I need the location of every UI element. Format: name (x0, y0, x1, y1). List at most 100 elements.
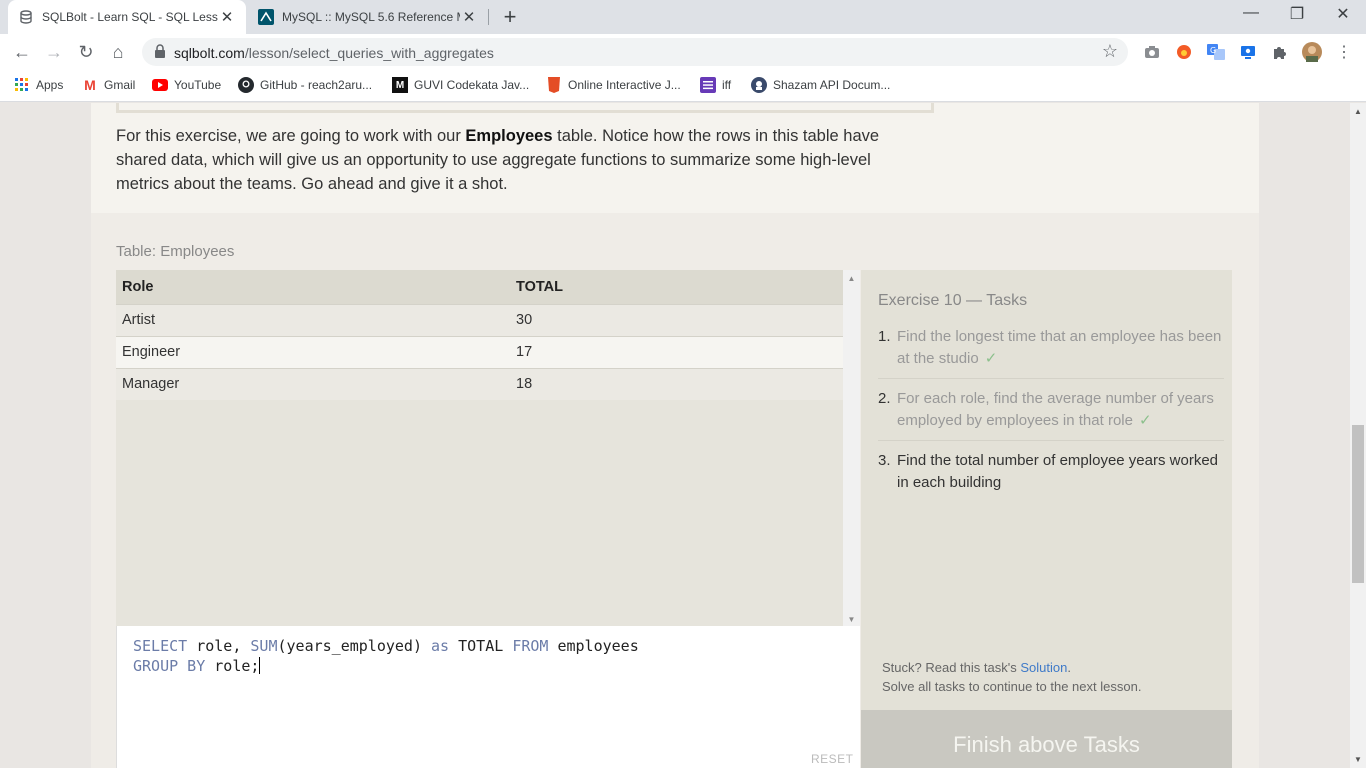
continue-text: Solve all tasks to continue to the next … (882, 679, 1142, 694)
sql-code[interactable]: SELECT role, SUM(years_employed) as TOTA… (133, 636, 639, 676)
close-icon[interactable]: ✕ (218, 8, 236, 26)
code-keyword: SUM (250, 637, 278, 655)
finish-tasks-button[interactable]: Finish above Tasks (861, 710, 1232, 768)
bookmark-iff[interactable]: iff (700, 77, 731, 93)
browser-toolbar: ← → ↻ ⌂ sqlbolt.com/lesson/select_querie… (0, 34, 1366, 70)
fire-extension-icon[interactable] (1174, 42, 1194, 62)
code-text: employees (548, 637, 639, 655)
minimize-button[interactable]: — (1228, 4, 1274, 22)
text-caret (259, 657, 261, 674)
bookmark-label: YouTube (174, 78, 222, 92)
table-header-row: Role TOTAL (116, 270, 843, 304)
new-tab-button[interactable]: + (498, 4, 522, 30)
translate-icon[interactable]: G (1206, 42, 1226, 62)
code-text: TOTAL (449, 637, 513, 655)
profile-avatar[interactable] (1302, 42, 1322, 62)
stuck-help: Stuck? Read this task's Solution. Solve … (882, 658, 1141, 696)
tasks-title: Exercise 10 — Tasks (878, 292, 1028, 309)
bookmark-star-icon[interactable]: ☆ (1102, 41, 1118, 62)
table-label: Table: Employees (116, 243, 235, 260)
tab-strip: SQLBolt - Learn SQL - SQL Lesso ✕ MySQL … (0, 0, 1366, 34)
svg-text:G: G (1210, 46, 1216, 55)
result-table-panel: Role TOTAL Artist 30 Engineer 17 Manager… (116, 270, 860, 626)
url-text: sqlbolt.com/lesson/select_queries_with_a… (174, 45, 494, 61)
scrollbar-thumb[interactable] (1352, 425, 1364, 583)
scroll-down-arrow-icon[interactable]: ▼ (1350, 755, 1366, 764)
bookmark-apps[interactable]: Apps (14, 77, 63, 93)
bookmark-label: GUVI Codekata Jav... (414, 78, 530, 92)
scroll-up-arrow-icon[interactable]: ▲ (843, 274, 860, 283)
menu-kebab-icon[interactable]: ⋮ (1334, 42, 1354, 62)
solution-link[interactable]: Solution (1020, 660, 1067, 675)
code-text: (years_employed) (277, 637, 432, 655)
bookmark-label: Apps (36, 78, 64, 92)
task-number: 1. (878, 328, 891, 345)
stuck-text: Stuck? Read this task's (882, 660, 1021, 675)
bookmark-github[interactable]: GitHub - reach2aru... (238, 77, 372, 93)
extensions-puzzle-icon[interactable] (1270, 42, 1290, 62)
cell-total: 17 (510, 335, 843, 368)
lesson-intro: For this exercise, we are going to work … (116, 124, 926, 196)
result-scrollbar[interactable]: ▲ ▼ (843, 270, 860, 626)
list-icon (700, 77, 716, 93)
scroll-up-arrow-icon[interactable]: ▲ (1350, 107, 1366, 116)
column-header-role: Role (116, 270, 510, 304)
screen-share-icon[interactable] (1238, 42, 1258, 62)
result-table: Role TOTAL Artist 30 Engineer 17 Manager… (116, 270, 843, 400)
bookmark-label: GitHub - reach2aru... (260, 78, 373, 92)
code-keyword: SELECT (133, 637, 188, 655)
bookmark-shazam[interactable]: Shazam API Docum... (751, 77, 890, 93)
reload-icon[interactable]: ↻ (74, 40, 98, 64)
back-arrow-icon[interactable]: ← (10, 40, 34, 64)
mysql-icon (258, 9, 274, 25)
previous-section-box (116, 103, 934, 113)
bookmark-guvi[interactable]: M GUVI Codekata Jav... (392, 77, 529, 93)
stuck-punct: . (1067, 660, 1071, 675)
address-bar[interactable]: sqlbolt.com/lesson/select_queries_with_a… (142, 38, 1128, 66)
url-host: sqlbolt.com (174, 45, 245, 61)
task-number: 2. (878, 390, 891, 407)
table-row: Artist 30 (116, 303, 843, 336)
task-text: For each role, find the average number o… (897, 388, 1224, 432)
forward-arrow-icon[interactable]: → (42, 40, 66, 64)
check-icon: ✓ (984, 350, 998, 367)
table-row: Manager 18 (116, 367, 843, 400)
maximize-button[interactable]: ❐ (1274, 4, 1320, 24)
cell-role: Engineer (116, 335, 510, 368)
table-row: Engineer 17 (116, 335, 843, 368)
code-keyword: FROM (512, 637, 549, 655)
bookmark-label: Online Interactive J... (568, 78, 681, 92)
check-icon: ✓ (1138, 412, 1152, 429)
tasks-panel: Exercise 10 — Tasks 1. Find the longest … (861, 270, 1232, 710)
bookmark-youtube[interactable]: YouTube (152, 77, 221, 93)
sql-editor[interactable]: SELECT role, SUM(years_employed) as TOTA… (116, 626, 860, 768)
task-text: Find the longest time that an employee h… (897, 326, 1224, 370)
task-label: For each role, find the average number o… (897, 390, 1214, 429)
bookmark-gmail[interactable]: M Gmail (82, 77, 135, 93)
scroll-down-arrow-icon[interactable]: ▼ (843, 615, 860, 624)
page-content: For this exercise, we are going to work … (0, 103, 1350, 768)
cell-total: 18 (510, 367, 843, 400)
lock-icon (154, 44, 166, 58)
reset-button[interactable]: RESET (811, 752, 854, 766)
url-path: /lesson/select_queries_with_aggregates (244, 45, 494, 61)
tab-sqlbolt[interactable]: SQLBolt - Learn SQL - SQL Lesso ✕ (8, 0, 246, 34)
close-icon[interactable]: ✕ (460, 8, 478, 26)
cell-total: 30 (510, 303, 843, 336)
bookmark-label: Shazam API Docum... (773, 78, 891, 92)
bookmark-online-interactive[interactable]: Online Interactive J... (546, 77, 681, 93)
gmail-icon: M (84, 77, 96, 93)
home-icon[interactable]: ⌂ (106, 40, 130, 64)
bookmark-label: iff (722, 78, 732, 92)
bookmarks-bar: Apps M Gmail YouTube GitHub - reach2aru.… (0, 70, 1366, 102)
html5-icon (546, 77, 562, 93)
close-window-button[interactable]: ✕ (1320, 4, 1366, 24)
code-text: role; (205, 657, 260, 675)
page-scrollbar[interactable]: ▲ ▼ (1350, 103, 1366, 768)
tab-mysql[interactable]: MySQL :: MySQL 5.6 Reference M ✕ (248, 0, 488, 34)
youtube-icon (152, 77, 168, 93)
tab-title: SQLBolt - Learn SQL - SQL Lesso (42, 10, 218, 24)
task-label: Find the longest time that an employee h… (897, 328, 1222, 367)
camera-icon[interactable] (1142, 42, 1162, 62)
task-item: 3. Find the total number of employee yea… (878, 450, 1224, 502)
